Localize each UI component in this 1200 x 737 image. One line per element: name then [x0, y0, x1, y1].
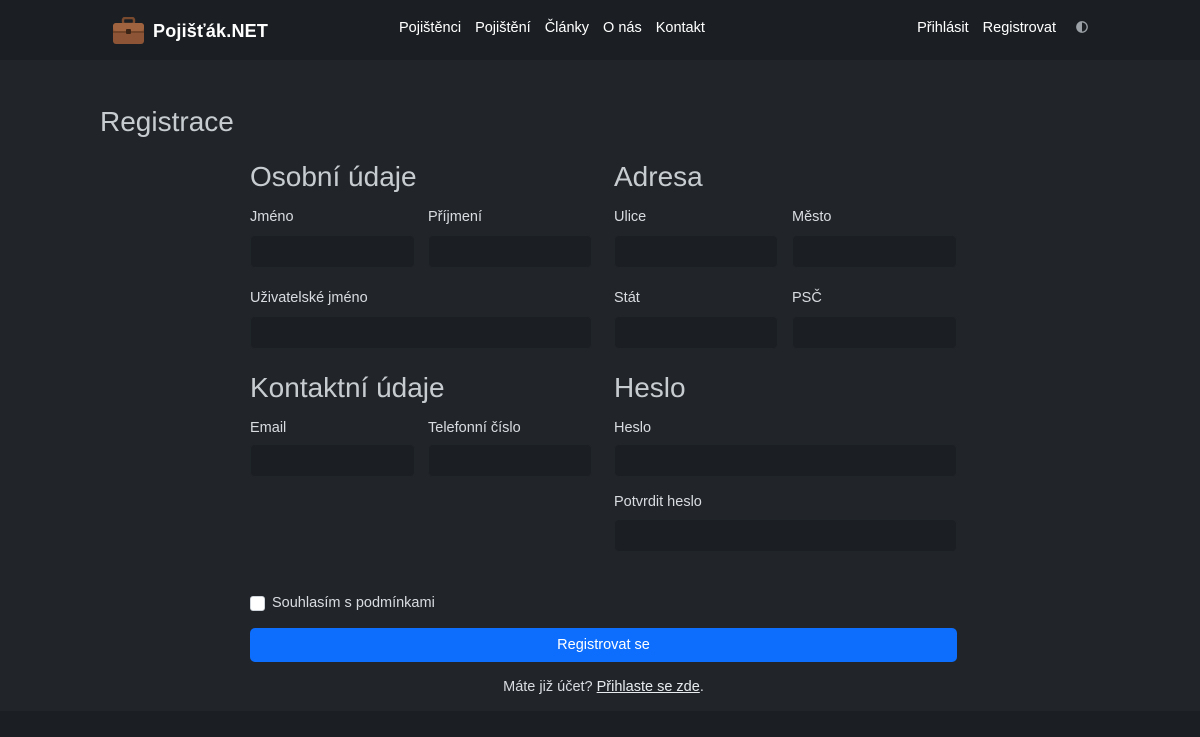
terms-label[interactable]: Souhlasím s podmínkami [272, 595, 435, 611]
theme-toggle-icon[interactable] [1076, 21, 1088, 33]
state-input[interactable] [614, 316, 778, 349]
first-name-label: Jméno [250, 209, 294, 225]
password-input[interactable] [614, 444, 957, 477]
section-title-address: Adresa [614, 161, 703, 192]
footer [0, 711, 1200, 737]
register-link[interactable]: Registrovat [983, 20, 1056, 36]
confirm-password-label: Potvrdit heslo [614, 494, 702, 510]
username-label: Uživatelské jméno [250, 290, 368, 306]
nav-link-kontakt[interactable]: Kontakt [656, 20, 705, 36]
zip-input[interactable] [792, 316, 957, 349]
nav-link-pojistenci[interactable]: Pojištěnci [399, 20, 461, 36]
email-input[interactable] [250, 444, 415, 477]
login-here-link[interactable]: Přihlaste se zde [597, 679, 700, 695]
briefcase-icon [113, 17, 144, 44]
password-label: Heslo [614, 420, 652, 436]
street-input[interactable] [614, 235, 778, 268]
email-label: Email [250, 420, 287, 436]
brand-name: Pojišťák.NET [153, 20, 269, 41]
terms-row: Souhlasím s podmínkami [250, 595, 435, 611]
account-nav: Přihlásit Registrovat [917, 20, 1088, 36]
last-name-label: Příjmení [428, 209, 482, 225]
city-label: Město [792, 209, 832, 225]
city-input[interactable] [792, 235, 957, 268]
phone-label: Telefonní číslo [428, 420, 521, 436]
login-prompt: Máte již účet? [503, 679, 593, 695]
confirm-password-input[interactable] [614, 519, 957, 552]
main-nav: Pojištěnci Pojištění Články O nás Kontak… [399, 20, 705, 36]
phone-input[interactable] [428, 444, 592, 477]
navbar: Pojišťák.NET Pojištěnci Pojištění Články… [0, 0, 1200, 60]
register-submit-button[interactable]: Registrovat se [250, 628, 957, 662]
section-title-password: Heslo [614, 372, 686, 403]
section-title-contact: Kontaktní údaje [250, 372, 445, 403]
street-label: Ulice [614, 209, 647, 225]
nav-link-clanky[interactable]: Články [545, 20, 589, 36]
terms-checkbox[interactable] [250, 595, 265, 611]
brand-link[interactable]: Pojišťák.NET [112, 16, 268, 46]
zip-label: PSČ [792, 290, 822, 306]
login-link[interactable]: Přihlásit [917, 20, 969, 36]
page-title: Registrace [100, 106, 234, 137]
nav-link-o-nas[interactable]: O nás [603, 20, 642, 36]
state-label: Stát [614, 290, 640, 306]
login-hint: Máte již účet? Přihlaste se zde. [250, 679, 957, 695]
nav-link-pojisteni[interactable]: Pojištění [475, 20, 531, 36]
section-title-personal: Osobní údaje [250, 161, 417, 192]
username-input[interactable] [250, 316, 592, 349]
last-name-input[interactable] [428, 235, 592, 268]
first-name-input[interactable] [250, 235, 415, 268]
login-suffix: . [699, 679, 704, 695]
